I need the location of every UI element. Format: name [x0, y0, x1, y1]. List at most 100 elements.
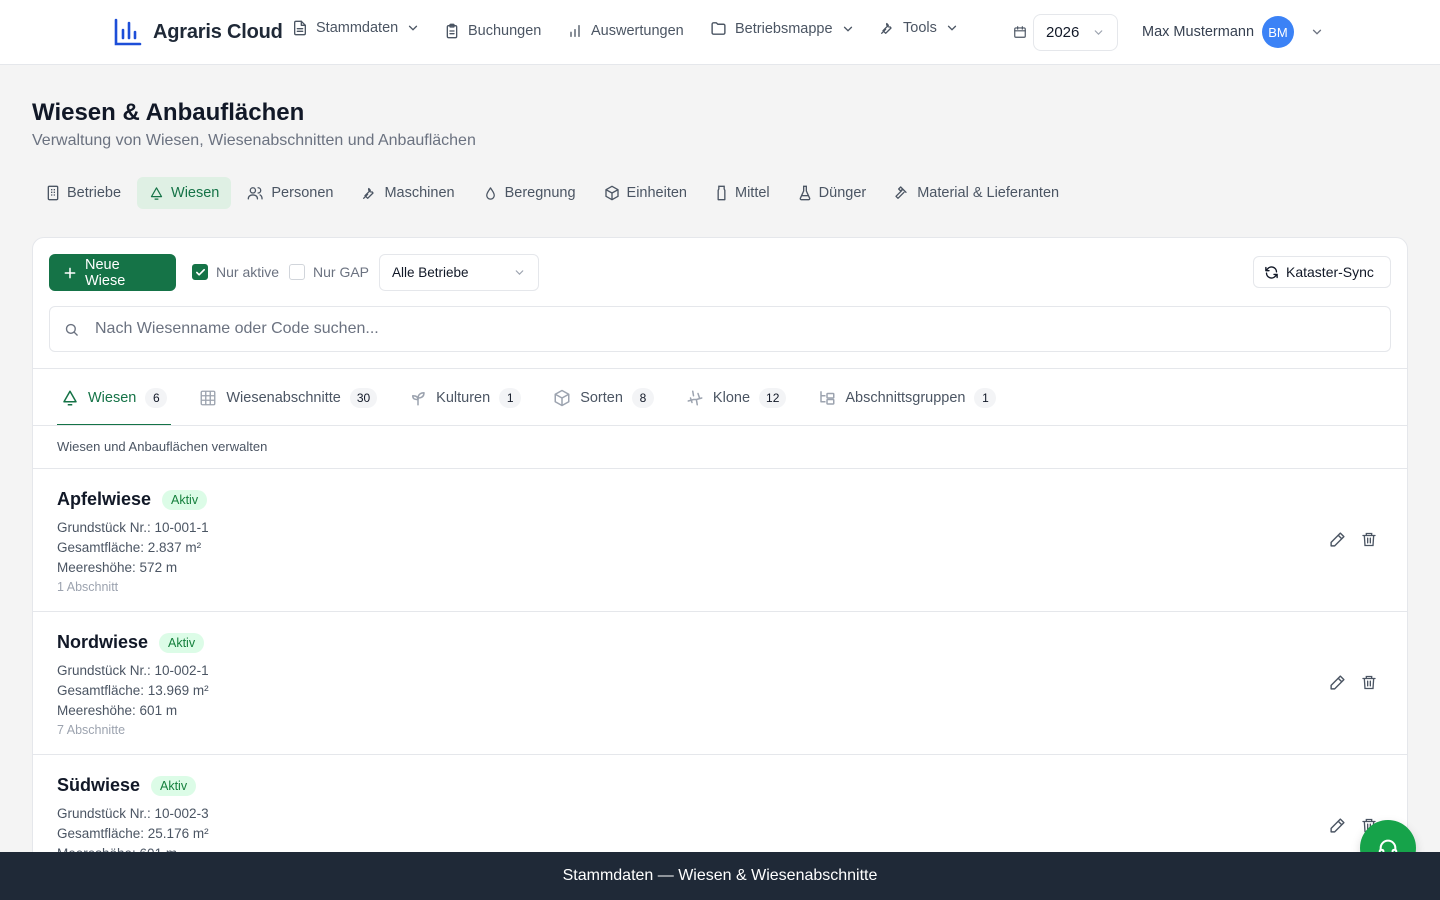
calendar-icon	[1013, 25, 1027, 39]
count-badge: 1	[499, 388, 522, 408]
wiesen-card: Neue Wiese Nur aktive Nur GAP Alle Betri…	[32, 237, 1408, 900]
building-icon	[46, 185, 60, 201]
seedling-icon	[409, 389, 427, 407]
list-item[interactable]: Nordwiese Aktiv Grundstück Nr.: 10-002-1…	[33, 611, 1407, 754]
top-navigation: Agraris Cloud Stammdaten Buchungen Auswe…	[0, 0, 1440, 65]
tab-maschinen[interactable]: Maschinen	[349, 177, 466, 209]
count-badge: 1	[974, 388, 997, 408]
section-tabs: Betriebe Wiesen Personen Maschinen Bereg…	[34, 177, 1075, 209]
new-wiese-label: Neue Wiese	[85, 256, 126, 289]
gesamtflaeche: Gesamtfläche: 25.176 m²	[57, 826, 209, 841]
new-wiese-button[interactable]: Neue Wiese	[49, 254, 176, 291]
subtab-sorten[interactable]: Sorten 8	[549, 370, 658, 426]
tab-einheiten[interactable]: Einheiten	[592, 177, 699, 209]
wrench-icon	[879, 20, 895, 36]
tab-wiesen[interactable]: Wiesen	[137, 177, 232, 209]
tab-duenger[interactable]: Dünger	[786, 177, 879, 209]
betrieb-select[interactable]: Alle Betriebe	[379, 254, 539, 291]
year-value: 2026	[1046, 24, 1080, 41]
tab-betriebe[interactable]: Betriebe	[34, 177, 133, 209]
edit-icon[interactable]	[1329, 531, 1346, 548]
bar-chart-logo-icon	[113, 17, 143, 47]
nav-stammdaten-label: Stammdaten	[316, 20, 399, 36]
user-menu[interactable]: Max Mustermann BM	[1142, 16, 1324, 48]
chevron-down-icon	[945, 21, 959, 35]
tab-label: Einheiten	[626, 185, 687, 201]
grid-icon	[199, 389, 217, 407]
nav-auswertungen[interactable]: Auswertungen	[567, 23, 684, 39]
only-active-checkbox[interactable]: Nur aktive	[192, 264, 279, 280]
box-icon	[604, 185, 620, 201]
tab-personen[interactable]: Personen	[235, 177, 345, 209]
subtab-label: Abschnittsgruppen	[845, 390, 966, 406]
chevron-down-icon	[841, 22, 855, 36]
wrench-icon	[361, 185, 377, 201]
app-name: Agraris Cloud	[153, 20, 283, 43]
clipboard-icon	[444, 23, 460, 39]
sprout-icon	[61, 389, 79, 407]
dna-icon	[686, 389, 704, 407]
kataster-sync-label: Kataster-Sync	[1286, 264, 1374, 280]
edit-icon[interactable]	[1329, 817, 1346, 834]
nav-buchungen-label: Buchungen	[468, 23, 542, 39]
kataster-sync-button[interactable]: Kataster-Sync	[1253, 256, 1391, 288]
subtab-abschnittsgruppen[interactable]: Abschnittsgruppen 1	[814, 370, 1000, 426]
nav-tools-label: Tools	[903, 20, 937, 36]
droplet-icon	[483, 186, 498, 201]
nav-tools[interactable]: Tools	[879, 20, 959, 36]
edit-icon[interactable]	[1329, 674, 1346, 691]
subtab-klone[interactable]: Klone 12	[682, 370, 790, 426]
nav-betriebsmappe[interactable]: Betriebsmappe	[710, 20, 855, 37]
status-badge: Aktiv	[159, 633, 205, 653]
count-badge: 6	[145, 388, 168, 408]
nav-stammdaten[interactable]: Stammdaten	[292, 20, 420, 36]
users-icon	[247, 185, 264, 201]
chevron-down-icon	[513, 266, 526, 279]
checkbox-unchecked[interactable]	[289, 264, 305, 280]
gesamtflaeche: Gesamtfläche: 2.837 m²	[57, 540, 202, 555]
bottle-icon	[715, 185, 728, 201]
subtab-wiesenabschnitte[interactable]: Wiesenabschnitte 30	[195, 370, 381, 426]
subtab-label: Wiesenabschnitte	[226, 390, 341, 406]
count-badge: 12	[759, 388, 787, 408]
subtab-wiesen[interactable]: Wiesen 6	[57, 370, 172, 426]
checkbox-checked[interactable]	[192, 264, 208, 280]
abschnitte-count: 1 Abschnitt	[57, 580, 119, 594]
tab-material-lieferanten[interactable]: Material & Lieferanten	[882, 177, 1071, 209]
tab-label: Betriebe	[67, 185, 122, 201]
subtab-kulturen[interactable]: Kulturen 1	[405, 370, 525, 426]
wiese-name: Nordwiese	[57, 632, 149, 652]
only-active-label: Nur aktive	[216, 264, 280, 280]
meereshoehe: Meereshöhe: 601 m	[57, 703, 178, 718]
brand-logo[interactable]: Agraris Cloud	[113, 17, 283, 47]
tab-mittel[interactable]: Mittel	[703, 177, 782, 209]
search-box	[49, 306, 1391, 352]
sub-tabs: Wiesen 6 Wiesenabschnitte 30 Kulturen 1 …	[57, 370, 1024, 426]
tab-label: Wiesen	[171, 185, 220, 201]
trash-icon[interactable]	[1361, 531, 1377, 548]
refresh-icon	[1264, 265, 1279, 280]
search-icon	[64, 322, 79, 337]
avatar: BM	[1262, 16, 1295, 48]
count-badge: 30	[349, 388, 378, 408]
tab-beregnung[interactable]: Beregnung	[471, 177, 588, 209]
flask-icon	[798, 185, 812, 201]
meereshoehe: Meereshöhe: 572 m	[57, 560, 178, 575]
grundstueck-nr: Grundstück Nr.: 10-002-1	[57, 663, 209, 678]
plus-icon	[63, 266, 77, 280]
year-select[interactable]: 2026	[1033, 14, 1118, 51]
box-icon	[553, 389, 571, 407]
betrieb-select-value: Alle Betriebe	[392, 265, 469, 280]
count-badge: 8	[631, 388, 654, 408]
document-icon	[292, 20, 308, 36]
nav-buchungen[interactable]: Buchungen	[444, 23, 541, 39]
subtab-label: Klone	[712, 390, 751, 406]
search-input[interactable]	[95, 320, 1345, 338]
nav-auswertungen-label: Auswertungen	[591, 23, 684, 39]
list-item[interactable]: Apfelwiese Aktiv Grundstück Nr.: 10-001-…	[33, 468, 1407, 611]
bar-chart-icon	[567, 23, 583, 39]
trash-icon[interactable]	[1361, 674, 1377, 691]
only-gap-label: Nur GAP	[313, 264, 370, 280]
chevron-down-icon	[1092, 26, 1105, 39]
only-gap-checkbox[interactable]: Nur GAP	[289, 264, 369, 280]
